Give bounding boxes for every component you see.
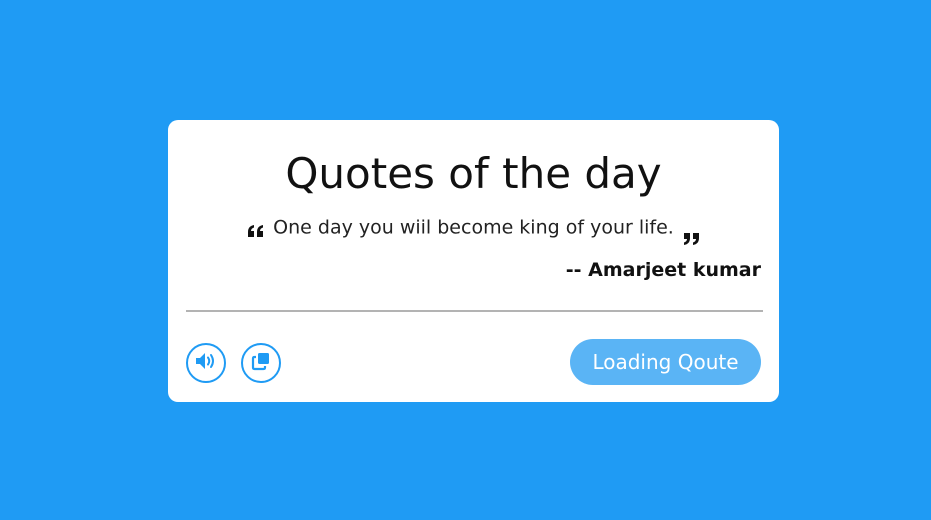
quote-text: One day you wiil become king of your lif… <box>273 216 674 239</box>
page-title: Quotes of the day <box>285 149 662 198</box>
quote-author: -- Amarjeet kumar <box>565 259 761 281</box>
quote-card: Quotes of the day One day you wiil becom… <box>168 120 779 402</box>
copy-icon <box>251 351 271 375</box>
copy-button[interactable] <box>241 343 281 383</box>
speak-button[interactable] <box>186 343 226 383</box>
quote-area: One day you wiil become king of your lif… <box>168 212 779 245</box>
new-quote-button[interactable]: Loading Qoute <box>570 339 761 385</box>
quote-left-icon <box>247 217 265 237</box>
divider <box>186 310 763 312</box>
quote-right-icon <box>682 225 700 245</box>
volume-up-icon <box>194 351 218 375</box>
